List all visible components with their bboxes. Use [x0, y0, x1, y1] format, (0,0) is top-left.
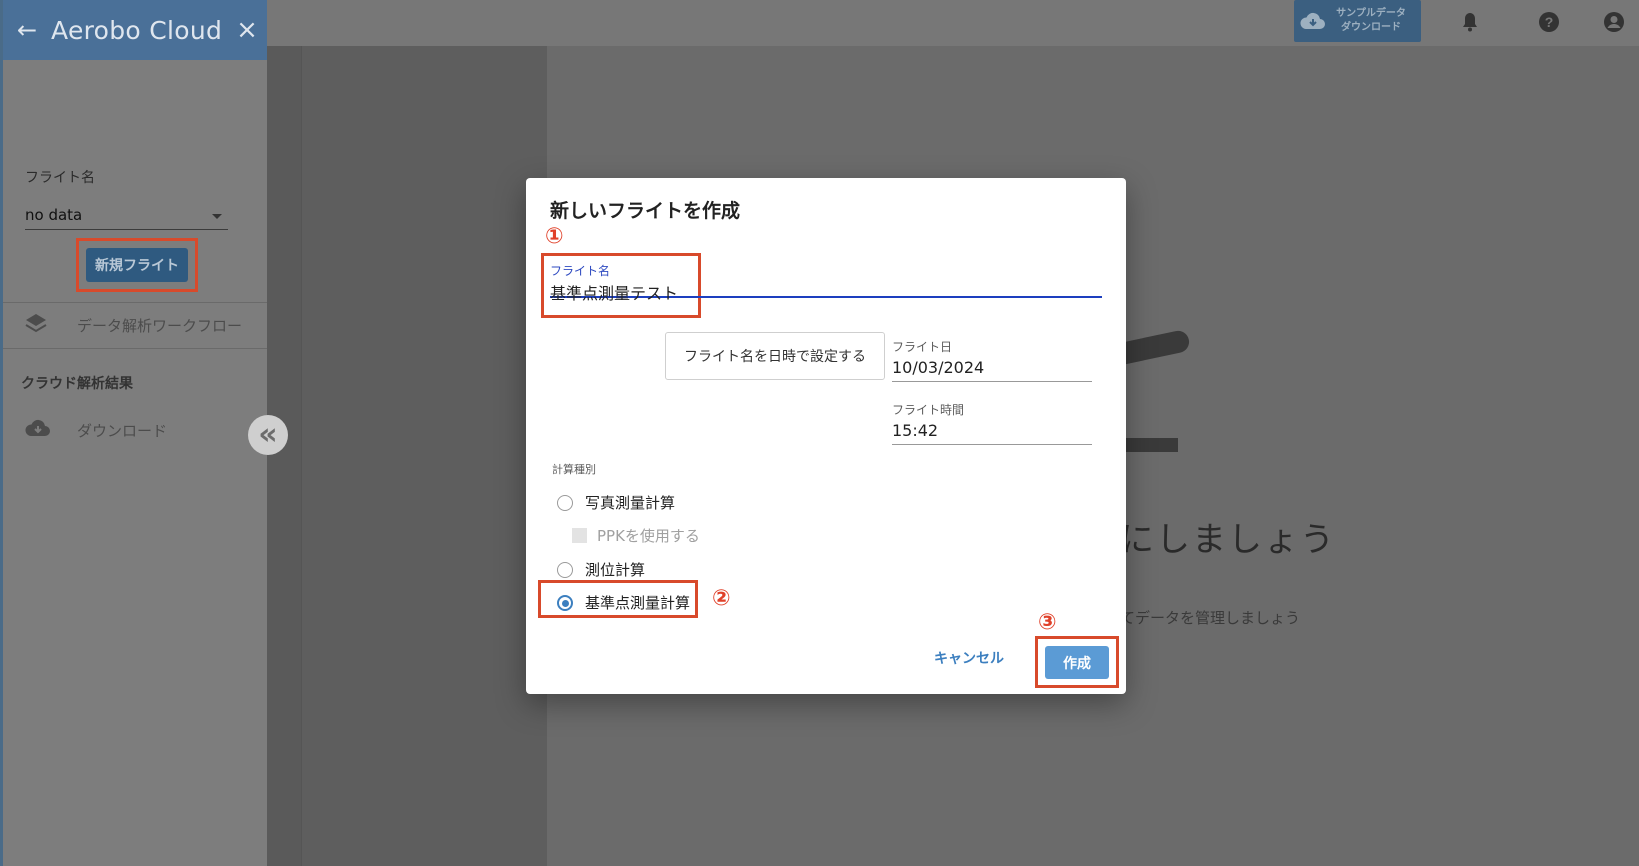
radio-label: 基準点測量計算	[585, 594, 691, 612]
flight-time-value: 15:42	[892, 421, 939, 440]
background-list-panel	[302, 46, 547, 866]
app-title: Aerobo Cloud	[51, 15, 223, 45]
create-flight-dialog: 新しいフライトを作成 ① フライト名 基準点測量テスト フライト名を日時で設定す…	[526, 178, 1126, 694]
chevron-down-icon	[212, 214, 222, 219]
help-icon[interactable]: ?	[1538, 11, 1560, 33]
empty-state-subtext: てデータを管理しましょう	[1120, 609, 1301, 627]
calc-type-label: 計算種別	[552, 463, 596, 476]
flight-name-input[interactable]: 基準点測量テスト	[550, 266, 1102, 303]
background-panel	[267, 46, 302, 866]
radio-control-point-survey[interactable]: 基準点測量計算	[557, 592, 690, 613]
sample-data-download-button[interactable]: サンプルデータ ダウンロード	[1294, 0, 1421, 42]
flight-time-input[interactable]: 15:42	[892, 413, 1092, 445]
flight-name-label: フライト名	[25, 170, 95, 186]
annotation-step-2: ②	[712, 586, 731, 611]
flight-name-value: 基準点測量テスト	[550, 284, 679, 303]
empty-state-heading: にしましょう	[1120, 520, 1336, 560]
left-drawer: ← Aerobo Cloud × フライト名 no data 新規フライト デー…	[0, 0, 267, 866]
cloud-download-icon	[25, 418, 55, 442]
double-chevron-left-icon: «	[258, 417, 278, 452]
layers-icon	[25, 313, 55, 337]
radio-button-selected[interactable]	[557, 594, 573, 611]
radio-positioning[interactable]: 測位計算	[557, 559, 645, 580]
sidebar-item-label: データ解析ワークフロー	[77, 316, 243, 335]
checkbox-label: PPKを使用する	[597, 527, 700, 545]
annotation-box-3: 作成	[1035, 636, 1119, 688]
radio-photo-survey[interactable]: 写真測量計算	[557, 492, 675, 513]
flight-date-value: 10/03/2024	[892, 358, 985, 377]
create-button[interactable]: 作成	[1045, 646, 1109, 679]
flight-select[interactable]: no data	[25, 200, 228, 230]
checkbox-use-ppk[interactable]: PPKを使用する	[572, 525, 700, 546]
background-illustration	[1120, 438, 1178, 452]
divider	[3, 348, 267, 349]
annotation-step-1: ①	[545, 224, 564, 249]
new-flight-highlight: 新規フライト	[76, 238, 198, 292]
flight-date-input[interactable]: 10/03/2024	[892, 350, 1092, 382]
annotation-step-3: ③	[1038, 610, 1057, 635]
back-arrow-icon[interactable]: ←	[3, 16, 51, 44]
sample-data-download-label: サンプルデータ ダウンロード	[1336, 8, 1406, 33]
account-icon[interactable]	[1603, 11, 1625, 33]
sidebar-item-label: ダウンロード	[77, 421, 168, 440]
radio-button[interactable]	[557, 561, 573, 578]
flight-select-value: no data	[25, 206, 83, 224]
radio-label: 測位計算	[585, 561, 646, 579]
dialog-title: 新しいフライトを作成	[550, 200, 741, 222]
bell-icon[interactable]	[1459, 11, 1481, 33]
sidebar-item-workflow[interactable]: データ解析ワークフロー	[25, 313, 242, 337]
divider	[3, 302, 267, 303]
cancel-button[interactable]: キャンセル	[934, 648, 1004, 668]
cloud-download-icon	[1300, 11, 1328, 31]
cloud-results-heading: クラウド解析結果	[21, 376, 133, 392]
collapse-drawer-button[interactable]: «	[248, 415, 288, 455]
set-name-from-datetime-button[interactable]: フライト名を日時で設定する	[665, 332, 885, 380]
sidebar-item-download[interactable]: ダウンロード	[25, 418, 167, 442]
radio-label: 写真測量計算	[585, 494, 676, 512]
drawer-header: ← Aerobo Cloud ×	[3, 0, 267, 60]
svg-text:?: ?	[1545, 14, 1554, 30]
new-flight-button[interactable]: 新規フライト	[86, 248, 188, 282]
checkbox[interactable]	[572, 528, 587, 543]
radio-button[interactable]	[557, 494, 573, 511]
close-icon[interactable]: ×	[227, 15, 267, 45]
